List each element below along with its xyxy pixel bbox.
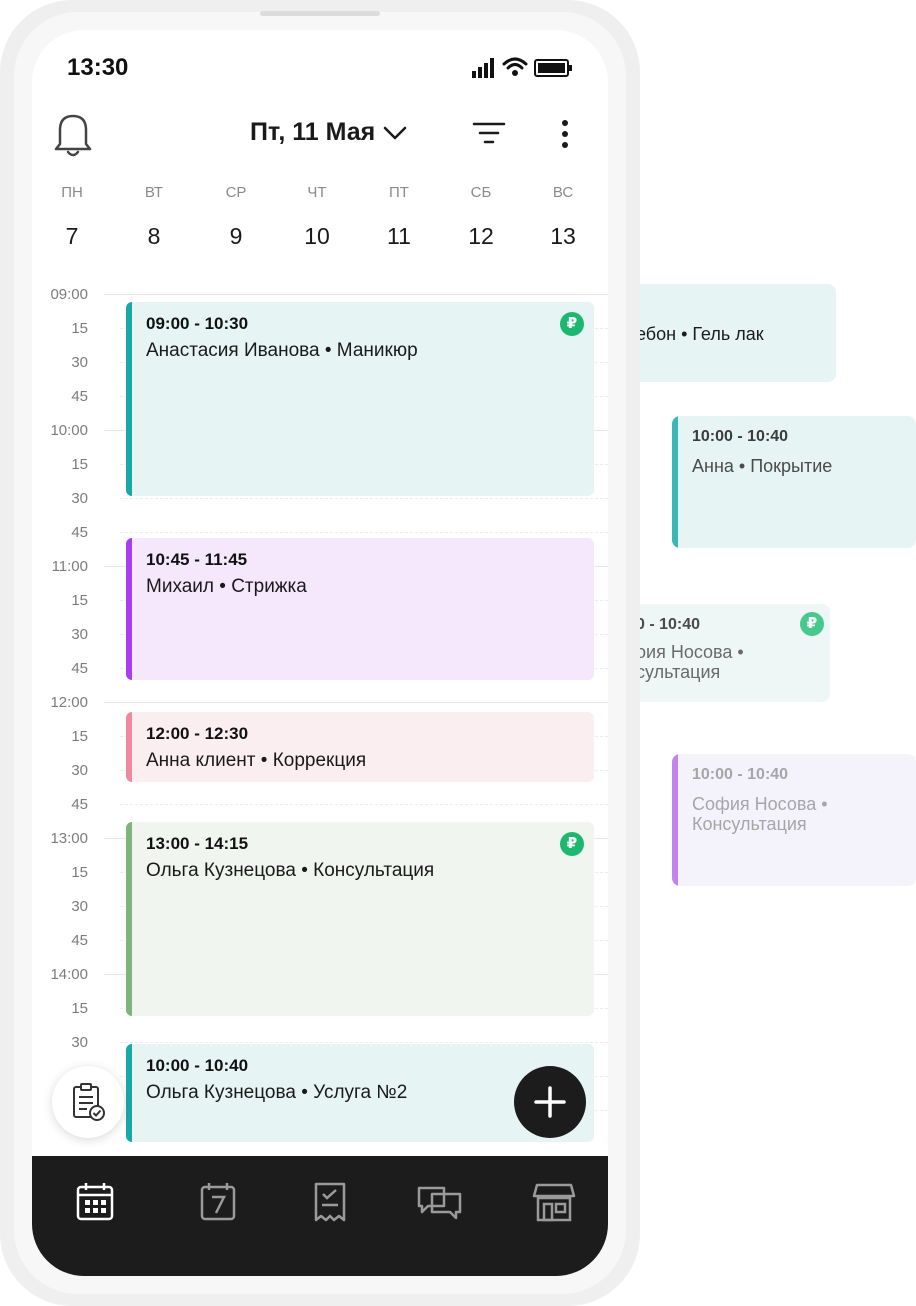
store-icon[interactable] [532,1180,576,1224]
bg-event-time: 0 - 10:40 [636,616,701,633]
day-number[interactable]: 9 [206,223,266,250]
bg-event-card-4: 10:00 - 10:40 София Носова • Консультаци… [672,754,916,886]
day-number[interactable]: 11 [369,223,429,250]
event-card-haircut[interactable]: 10:45 - 11:45 Михаил • Стрижка [126,538,594,680]
grid-line [120,804,608,805]
chevron-down-icon[interactable] [382,124,408,142]
bg-event-desc: ебон • Гель лак [636,324,764,344]
event-time: 12:00 - 12:30 [146,724,249,743]
time-label: 12:00 [50,694,88,711]
wifi-icon [502,57,528,76]
event-desc: Ольга Кузнецова • Услуга №2 [146,1082,408,1103]
chat-icon[interactable] [416,1180,464,1224]
time-label: 30 [71,354,88,371]
day-number[interactable]: 7 [42,223,102,250]
time-label: 10:00 [50,422,88,439]
event-card-consultation[interactable]: 13:00 - 14:15 Ольга Кузнецова • Консульт… [126,822,594,1016]
event-color-bar [126,712,132,782]
event-desc: Михаил • Стрижка [146,576,307,597]
bg-event-desc: оия Носова • сультация [636,642,744,682]
add-button[interactable] [514,1066,586,1138]
weekday-name: ЧТ [307,184,327,201]
time-label: 09:00 [50,286,88,303]
clipboard-button[interactable] [52,1066,124,1138]
time-label: 30 [71,1034,88,1051]
battery-icon [534,59,572,77]
weekday-name: ВТ [144,184,164,201]
grid-line [104,294,608,295]
grid-line [120,1042,608,1043]
grid-line [104,702,608,703]
time-label: 14:00 [50,966,88,983]
time-label: 15 [71,1000,88,1017]
event-card-manicure[interactable]: 09:00 - 10:30 Анастасия Иванова • Маникю… [126,302,594,496]
event-time: 13:00 - 14:15 [146,834,249,853]
day-number[interactable]: 8 [124,223,184,250]
paid-icon: ₽ [560,832,584,856]
time-label: 30 [71,490,88,507]
event-desc: Анастасия Иванова • Маникюр [146,340,418,361]
app-screen: 13:30 Пт, 11 Мая ПН ВТ СР ЧТ ПТ СБ ВС 7 … [32,30,608,1276]
time-label: 45 [71,388,88,405]
paid-icon: ₽ [560,312,584,336]
phone-speaker [260,11,380,16]
time-label: 15 [71,728,88,745]
event-color-bar [126,1044,132,1142]
bg-event-desc: Анна • Покрытие [692,456,833,476]
bg-event-bar [672,416,678,548]
day-number[interactable]: 10 [287,223,347,250]
calendar-grid-icon[interactable] [74,1180,118,1224]
bell-icon[interactable] [54,110,92,158]
weekday-name: СБ [470,184,492,201]
bottom-tab-bar [32,1156,608,1276]
grid-line [120,498,608,499]
weekday-name: ВС [552,184,574,201]
bg-event-card-2: 10:00 - 10:40 Анна • Покрытие [672,416,916,548]
event-color-bar [126,538,132,680]
bg-event-time: 10:00 - 10:40 [692,766,789,783]
bg-event-desc: София Носова • Консультация [692,794,828,834]
time-label: 30 [71,762,88,779]
time-label: 15 [71,864,88,881]
clipboard-check-icon [73,1083,105,1121]
time-label: 11:00 [51,558,88,575]
event-card-correction[interactable]: 12:00 - 12:30 Анна клиент • Коррекция [126,712,594,782]
time-label: 15 [71,456,88,473]
event-time: 09:00 - 10:30 [146,314,249,333]
event-color-bar [126,822,132,1016]
grid-line [120,532,608,533]
event-desc: Анна клиент • Коррекция [146,750,367,771]
filter-icon[interactable] [472,120,506,148]
bg-event-bar [672,754,678,886]
day-number[interactable]: 13 [533,223,593,250]
plus-icon [534,1086,566,1118]
calendar-day-icon[interactable] [196,1180,240,1224]
event-time: 10:00 - 10:40 [146,1056,249,1075]
event-desc: Ольга Кузнецова • Консультация [146,860,435,881]
event-color-bar [126,302,132,496]
event-time: 10:45 - 11:45 [146,550,248,569]
time-label: 30 [71,898,88,915]
signal-icon [472,58,494,78]
time-label: 30 [71,626,88,643]
bg-event-time: 10:00 - 10:40 [692,428,789,445]
time-label: 15 [71,320,88,337]
date-selector[interactable]: Пт, 11 Мая [250,118,375,147]
time-label: 45 [71,796,88,813]
weekday-name: ПН [61,184,83,201]
weekday-name: ПТ [389,184,409,201]
time-label: 45 [71,932,88,949]
time-label: 15 [71,592,88,609]
time-label: 13:00 [50,830,88,847]
time-label: 45 [71,524,88,541]
paid-icon: ₽ [800,612,824,636]
day-number[interactable]: 12 [451,223,511,250]
time-label: 45 [71,660,88,677]
weekday-name: СР [225,184,247,201]
status-time: 13:30 [67,54,129,81]
receipt-icon[interactable] [308,1180,352,1224]
more-menu-icon[interactable] [556,118,574,150]
